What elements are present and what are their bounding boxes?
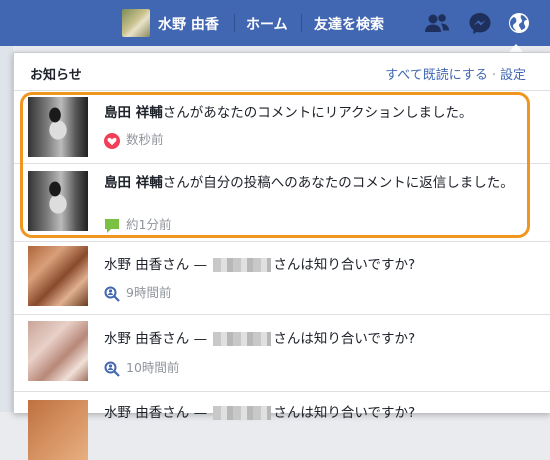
notification-meta: 数秒前 [104, 129, 164, 149]
notification-message: さんは知り合いですか? [273, 257, 416, 273]
people-search-icon [104, 361, 120, 377]
separator-dot: · [491, 68, 496, 83]
notification-item[interactable]: 島田 祥輔さんが自分の投稿へのあなたのコメントに返信しました。 約1分前 [14, 164, 550, 242]
notification-message: さんが自分の投稿へのあなたのコメントに返信しました。 [162, 175, 514, 191]
header-actions: すべて既読にする · 設定 [385, 64, 526, 83]
comment-icon [105, 218, 119, 233]
notification-avatar [28, 246, 88, 306]
divider [301, 14, 302, 32]
notification-dash: — [193, 257, 208, 273]
friend-requests-icon[interactable] [424, 11, 450, 35]
messenger-icon[interactable] [467, 11, 493, 35]
notification-text: 水野 由香さん — さんは知り合いですか? [104, 403, 514, 423]
blurred-name [213, 406, 272, 420]
notifications-dropdown: お知らせ すべて既読にする · 設定 島田 祥輔さんがあなたのコメントにリアクション… [13, 52, 550, 460]
notification-text: 水野 由香さん — さんは知り合いですか? [104, 255, 514, 275]
globe-notifications-icon[interactable] [506, 11, 532, 35]
top-navigation-bar: 水野 由香 ホーム 友達を検索 [0, 0, 550, 46]
notification-time: 数秒前 [126, 132, 164, 147]
notification-message: さんがあなたのコメントにリアクションしました。 [162, 105, 473, 121]
notification-time: 10時間前 [126, 360, 180, 375]
blurred-name [213, 332, 272, 346]
notification-message: さんは知り合いですか? [273, 331, 416, 347]
notification-text: 島田 祥輔さんが自分の投稿へのあなたのコメントに返信しました。 [104, 173, 514, 193]
notifications-title: お知らせ [30, 68, 82, 83]
blurred-name [213, 258, 272, 272]
notification-time: 約1分前 [126, 217, 172, 232]
background-page-edge [0, 46, 13, 412]
home-link[interactable]: ホーム [246, 14, 288, 34]
mark-all-read-link[interactable]: すべて既読にする [385, 68, 488, 83]
notifications-header: お知らせ すべて既読にする · 設定 [14, 53, 550, 91]
notification-avatar [28, 400, 88, 460]
people-search-icon [104, 286, 120, 302]
notification-actor: 島田 祥輔 [104, 175, 163, 191]
notification-meta: 9時間前 [104, 282, 171, 302]
notification-message: さんは知り合いですか? [273, 405, 416, 421]
notification-actor: 水野 由香さん [104, 257, 190, 273]
notification-actor: 水野 由香さん [104, 405, 190, 421]
notification-avatar [28, 171, 88, 231]
settings-link[interactable]: 設定 [500, 68, 526, 83]
notification-time: 9時間前 [126, 285, 172, 300]
notification-avatar [28, 321, 88, 381]
notification-item[interactable]: 水野 由香さん — さんは知り合いですか? 9時間前 [14, 242, 550, 315]
notification-meta: 10時間前 [104, 357, 179, 377]
divider [234, 14, 235, 32]
notification-actor: 島田 祥輔 [104, 105, 163, 121]
notification-text: 島田 祥輔さんがあなたのコメントにリアクションしました。 [104, 103, 514, 123]
avatar[interactable] [122, 9, 150, 37]
notification-dash: — [193, 405, 208, 421]
notification-item[interactable]: 島田 祥輔さんがあなたのコメントにリアクションしました。 数秒前 [14, 91, 550, 164]
profile-link[interactable]: 水野 由香 [158, 14, 219, 34]
notification-text: 水野 由香さん — さんは知り合いですか? [104, 329, 514, 349]
notification-avatar [28, 97, 88, 157]
notification-dash: — [193, 331, 208, 347]
notification-item[interactable]: 水野 由香さん — さんは知り合いですか? [14, 392, 550, 460]
notification-item[interactable]: 水野 由香さん — さんは知り合いですか? 10時間前 [14, 315, 550, 392]
notification-meta: 約1分前 [104, 214, 171, 234]
heart-reaction-icon [104, 132, 120, 149]
find-friends-link[interactable]: 友達を検索 [314, 14, 384, 34]
notification-actor: 水野 由香さん [104, 331, 190, 347]
